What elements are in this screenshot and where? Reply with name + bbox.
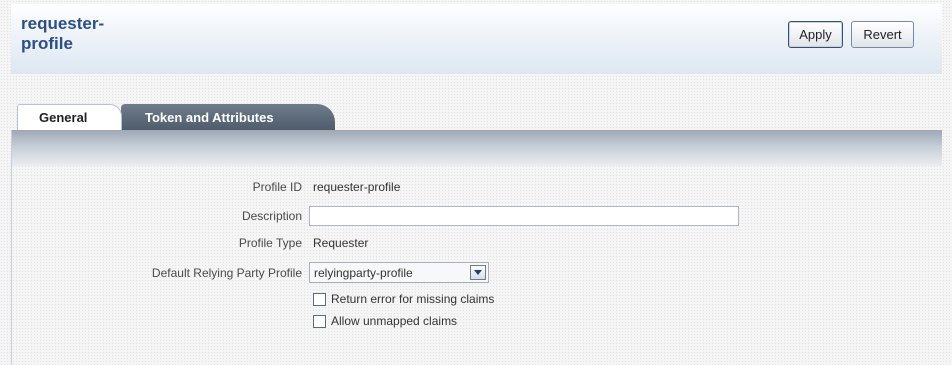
panel-header-band — [12, 130, 942, 166]
description-label: Description — [241, 209, 302, 223]
default-relying-party-profile-select[interactable]: relyingparty-profile — [309, 262, 489, 283]
tab-bar: Token and Attributes General — [17, 100, 417, 130]
chevron-down-icon[interactable] — [470, 265, 486, 280]
profile-id-value: requester-profile — [313, 180, 401, 194]
page-header: requester- profile Apply Revert — [11, 4, 942, 74]
return-error-label: Return error for missing claims — [331, 292, 495, 306]
allow-unmapped-checkbox[interactable] — [313, 314, 326, 328]
apply-button[interactable]: Apply — [788, 21, 843, 48]
select-value: relyingparty-profile — [314, 265, 413, 280]
allow-unmapped-label: Allow unmapped claims — [331, 314, 458, 328]
profile-type-value: Requester — [313, 236, 369, 250]
default-relying-party-profile-label: Default Relying Party Profile — [151, 266, 302, 280]
return-error-checkbox[interactable] — [313, 292, 326, 306]
allow-unmapped-row: Allow unmapped claims — [313, 314, 457, 328]
tab-general[interactable]: General — [17, 104, 122, 130]
profile-id-label: Profile ID — [252, 180, 302, 194]
profile-type-label: Profile Type — [238, 236, 302, 250]
return-error-row: Return error for missing claims — [313, 292, 494, 306]
description-field[interactable] — [309, 206, 739, 226]
page-title: requester- profile — [21, 14, 105, 53]
revert-button[interactable]: Revert — [851, 21, 914, 48]
tab-token-and-attributes[interactable]: Token and Attributes — [121, 104, 335, 130]
